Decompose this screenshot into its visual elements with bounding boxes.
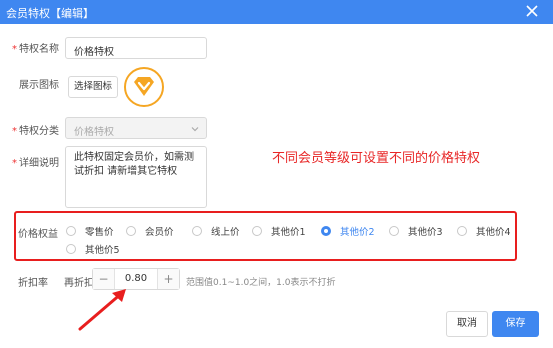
radio-button[interactable] <box>66 244 76 254</box>
desc-textarea[interactable]: 此特权固定会员价，如需测试折扣 请新增其它特权 <box>65 146 207 208</box>
annotation-arrow <box>78 289 126 331</box>
save-button[interactable]: 保存 <box>492 311 539 337</box>
increment-button[interactable]: + <box>157 269 179 289</box>
radio-member[interactable]: 会员价 <box>126 224 174 238</box>
category-label: * 特权分类 <box>12 126 59 137</box>
radio-button-selected[interactable] <box>321 226 331 236</box>
radio-button[interactable] <box>66 226 76 236</box>
radio-other5[interactable]: 其他价5 <box>66 242 120 256</box>
radio-online[interactable]: 线上价 <box>192 224 240 238</box>
chevron-down-icon <box>191 127 199 132</box>
diamond-icon <box>134 77 154 96</box>
desc-label: * 详细说明 <box>12 158 59 169</box>
category-value: 价格特权 <box>74 127 114 138</box>
category-select: 价格特权 <box>65 117 207 139</box>
discount-hint: 范围值0.1~1.0之间，1.0表示不打折 <box>186 278 336 288</box>
cancel-button[interactable]: 取消 <box>446 311 488 337</box>
icon-label: 展示图标 <box>19 80 59 91</box>
radio-retail[interactable]: 零售价 <box>66 224 114 238</box>
dialog-titlebar: 会员特权【编辑】 <box>0 0 553 24</box>
discount-label: 折扣率 <box>18 278 48 289</box>
dialog-title: 会员特权【编辑】 <box>6 7 94 20</box>
radio-other3[interactable]: 其他价3 <box>389 224 443 238</box>
name-label: * 特权名称 <box>12 44 59 55</box>
radio-other1[interactable]: 其他价1 <box>252 224 306 238</box>
radio-other4[interactable]: 其他价4 <box>457 224 511 238</box>
price-label: 价格权益 <box>18 229 58 240</box>
icon-preview <box>124 67 164 107</box>
choose-icon-button[interactable]: 选择图标 <box>68 76 118 98</box>
name-input[interactable]: 价格特权 <box>65 37 207 59</box>
radio-button[interactable] <box>126 226 136 236</box>
close-icon[interactable] <box>525 4 539 18</box>
annotation-text: 不同会员等级可设置不同的价格特权 <box>272 151 481 166</box>
radio-button[interactable] <box>389 226 399 236</box>
radio-button[interactable] <box>252 226 262 236</box>
radio-button[interactable] <box>192 226 202 236</box>
radio-other2[interactable]: 其他价2 <box>321 224 375 238</box>
radio-button[interactable] <box>457 226 467 236</box>
